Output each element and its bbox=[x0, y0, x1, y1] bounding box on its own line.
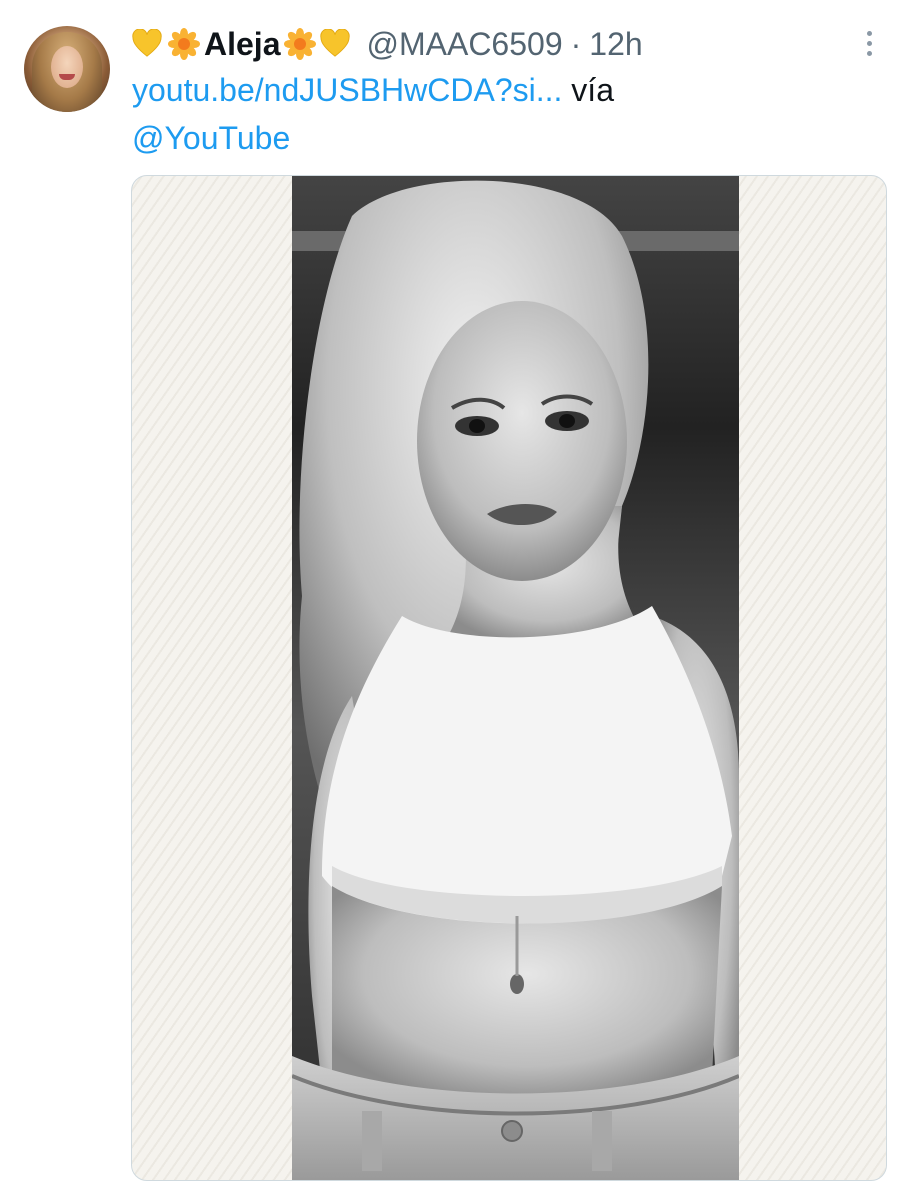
more-dot bbox=[866, 30, 872, 36]
blossom-icon bbox=[168, 28, 200, 60]
avatar-face bbox=[51, 46, 83, 88]
author-display-name[interactable]: Aleja bbox=[204, 22, 280, 66]
tweet-timestamp[interactable]: 12h bbox=[589, 22, 642, 66]
more-dot bbox=[866, 40, 872, 46]
author-avatar[interactable] bbox=[24, 26, 110, 112]
more-vertical-icon[interactable] bbox=[852, 26, 886, 60]
via-text: vía bbox=[571, 72, 614, 108]
tweet-text: youtu.be/ndJUSBHwCDA?si... vía @YouTube bbox=[132, 66, 852, 162]
yellow-heart-icon bbox=[320, 29, 351, 59]
tweet-header: Aleja @MAAC6509 · 12h bbox=[132, 22, 643, 66]
more-dot bbox=[866, 50, 872, 56]
header-separator: · bbox=[570, 26, 582, 62]
blossom-icon bbox=[284, 28, 317, 60]
tweet-media[interactable] bbox=[131, 175, 887, 1181]
youtube-link[interactable]: youtu.be/ndJUSBHwCDA?si... bbox=[132, 72, 562, 108]
portrait-photo bbox=[292, 176, 739, 1180]
author-handle[interactable]: @MAAC6509 bbox=[366, 22, 562, 66]
yellow-heart-icon bbox=[132, 29, 162, 59]
youtube-mention[interactable]: @YouTube bbox=[132, 120, 290, 156]
tweet-photo[interactable] bbox=[292, 176, 739, 1180]
tweet-card[interactable]: Aleja @MAAC6509 · 12h youtu.be/ndJUSBHwC… bbox=[0, 0, 911, 1199]
